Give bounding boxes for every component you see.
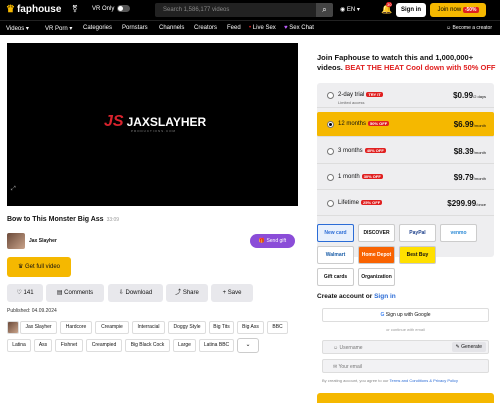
- nav-live-sex[interactable]: • Live Sex: [249, 25, 276, 31]
- heart-icon: ♡: [16, 290, 22, 296]
- tag[interactable]: BBC: [267, 321, 288, 334]
- plan-12months[interactable]: 12 months 50% OFF $6.99/month: [317, 112, 494, 137]
- video-player[interactable]: JS JAXSLAYHER PRODUCTIONS.COM: [7, 43, 298, 206]
- tag[interactable]: Latina: [7, 339, 31, 352]
- tag[interactable]: Large: [173, 339, 196, 352]
- share-icon: ⤴: [175, 290, 182, 296]
- google-icon: G: [380, 312, 385, 318]
- comments-button[interactable]: ▤ Comments: [46, 284, 104, 302]
- search-button[interactable]: ⌕: [316, 3, 333, 17]
- creator-name[interactable]: Jax Slayher: [29, 238, 57, 244]
- vr-only-label: VR Only: [92, 5, 115, 12]
- logo-text: faphouse: [16, 4, 62, 15]
- nav-categories[interactable]: Categories: [83, 25, 112, 31]
- join-panel: Join Faphouse to watch this and 1,000,00…: [310, 43, 500, 403]
- crown-icon: ♛: [6, 4, 15, 15]
- tag[interactable]: Hardcore: [60, 321, 92, 334]
- nav-creators[interactable]: Creators: [194, 25, 217, 31]
- radio[interactable]: [327, 92, 334, 99]
- tag[interactable]: Creampie: [95, 321, 129, 334]
- tag[interactable]: Big Ass: [237, 321, 264, 334]
- create-account-heading: Create account or Sign in: [317, 293, 396, 300]
- nav-videos[interactable]: Videos ▾: [6, 25, 29, 32]
- tag[interactable]: Big Tits: [209, 321, 234, 334]
- tag[interactable]: Jax Slayher: [20, 321, 57, 334]
- share-button[interactable]: ⤴ Share: [166, 284, 208, 302]
- plus-icon: +: [222, 290, 227, 296]
- radio[interactable]: [327, 148, 334, 155]
- published-date: Published: 04.09.2024: [7, 308, 57, 314]
- payment-paypal[interactable]: PayPal: [399, 224, 436, 242]
- tag[interactable]: Fishnet: [55, 339, 83, 352]
- toggle-switch[interactable]: [117, 5, 131, 12]
- send-gift-button[interactable]: 🎁 Send gift: [250, 234, 295, 248]
- top-bar: ♛ faphouse ⚧ VR Only Search 1,586,177 vi…: [0, 0, 500, 20]
- signin-link[interactable]: Sign in: [374, 293, 396, 300]
- chevron-down-icon: ⌄: [245, 342, 251, 348]
- radio[interactable]: [327, 121, 334, 128]
- get-full-video-button[interactable]: ♛ Get full video: [7, 257, 71, 277]
- payment-venmo[interactable]: venmo: [440, 224, 477, 242]
- tag[interactable]: Doggy Style: [168, 321, 206, 334]
- nav-channels[interactable]: Channels: [159, 25, 184, 31]
- logo[interactable]: ♛ faphouse: [6, 4, 61, 15]
- username-field[interactable]: ☺ Username ✎ Generate: [322, 340, 489, 354]
- tag[interactable]: Creampied: [86, 339, 122, 352]
- terms-link[interactable]: Terms and Conditions & Privacy Policy: [390, 378, 458, 383]
- email-field[interactable]: ✉ Your email: [322, 359, 489, 373]
- become-creator-link[interactable]: ☺ Become a creator: [446, 25, 492, 31]
- video-brand-sub: PRODUCTIONS.COM: [131, 129, 176, 133]
- payment-discover[interactable]: DISCOVER: [358, 224, 395, 242]
- download-button[interactable]: ⇩ Download: [108, 284, 163, 302]
- tag[interactable]: Interracial: [132, 321, 165, 334]
- nav-vr-porn[interactable]: VR Porn ▾: [45, 25, 72, 32]
- payment-organization[interactable]: Organization: [358, 268, 395, 286]
- generate-button[interactable]: ✎ Generate: [451, 342, 486, 352]
- gender-filter-icon[interactable]: ⚧: [72, 5, 78, 13]
- video-title: Bow to This Monster Big Ass 33:09: [7, 216, 120, 223]
- search-input[interactable]: Search 1,586,177 videos: [155, 3, 333, 17]
- discount-badge: -50%: [462, 7, 479, 13]
- save-button[interactable]: + Save: [211, 284, 253, 302]
- download-icon: ⇩: [118, 290, 124, 296]
- avatar[interactable]: [7, 233, 25, 249]
- comment-icon: ▤: [56, 290, 63, 296]
- nav-feed[interactable]: Feed: [227, 25, 241, 31]
- tag-avatar: [7, 321, 19, 334]
- search-icon: ⌕: [322, 5, 327, 14]
- fullscreen-icon[interactable]: ⤢: [11, 186, 16, 193]
- tag[interactable]: Ass: [34, 339, 52, 352]
- legal-text: By creating account, you agree to our Te…: [322, 378, 459, 383]
- language-selector[interactable]: ◉ EN ▾: [340, 6, 360, 13]
- nav-sex-chat[interactable]: ♥ Sex Chat: [284, 25, 314, 31]
- like-button[interactable]: ♡ 141: [7, 284, 43, 302]
- payment-home-depot[interactable]: Home Depot: [358, 246, 395, 264]
- plan-3months[interactable]: 3 months 40% OFF $8.39/month: [317, 139, 494, 164]
- payment-best-buy[interactable]: Best Buy: [399, 246, 436, 264]
- plan-1month[interactable]: 1 month 30% OFF $9.79/month: [317, 165, 494, 190]
- user-icon: ☺: [333, 345, 339, 351]
- radio[interactable]: [327, 174, 334, 181]
- tags-expand-button[interactable]: ⌄: [237, 338, 259, 353]
- join-now-button[interactable]: Join now -50%: [430, 3, 486, 17]
- tag[interactable]: Big Black Cock: [125, 339, 170, 352]
- payment-gift-cards[interactable]: Gift cards: [317, 268, 354, 286]
- google-signup-button[interactable]: G Sign up with Google: [322, 308, 489, 322]
- nav-pornstars[interactable]: Pornstars: [122, 25, 148, 31]
- vr-only-toggle[interactable]: VR Only: [92, 5, 131, 12]
- join-title: Join Faphouse to watch this and 1,000,00…: [317, 53, 496, 72]
- main-nav: Videos ▾ VR Porn ▾ Categories Pornstars …: [0, 20, 500, 35]
- continue-button[interactable]: [317, 393, 494, 403]
- notifications-button[interactable]: 🔔 30: [381, 2, 393, 15]
- tag[interactable]: Latina BBC: [199, 339, 234, 352]
- payment-walmart[interactable]: Walmart: [317, 246, 354, 264]
- video-duration: 33:09: [106, 217, 120, 223]
- signin-button[interactable]: Sign in: [396, 3, 426, 17]
- payment-new-card[interactable]: New card: [317, 224, 354, 242]
- radio[interactable]: [327, 200, 334, 207]
- plan-lifetime[interactable]: Lifetime 25% OFF $299.99/once: [317, 191, 494, 216]
- mail-icon: ✉: [333, 364, 338, 370]
- plan-2day[interactable]: 2-day trial TRY IT Limited access $0.99/2…: [317, 83, 494, 108]
- or-separator: or continue with email: [386, 327, 425, 332]
